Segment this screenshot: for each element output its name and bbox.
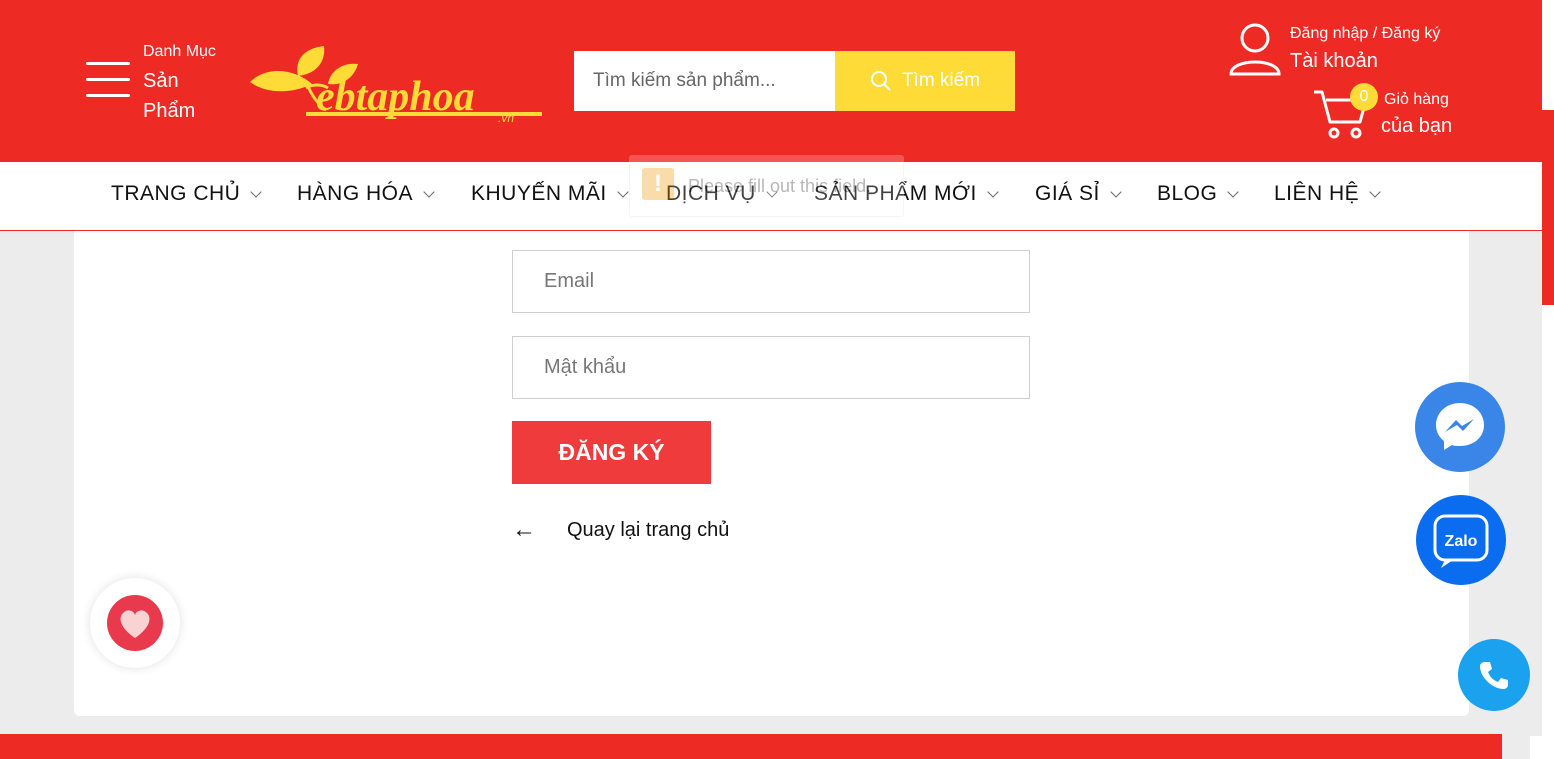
nav-item-blog[interactable]: BLOG — [1157, 182, 1240, 206]
cart-caption: Giỏ hàng — [1384, 91, 1449, 108]
search-bar: Tìm kiếm — [574, 51, 1015, 111]
chevron-down-icon — [250, 186, 263, 198]
search-icon — [870, 71, 891, 91]
back-home-link[interactable]: ← Quay lại trang chủ — [512, 516, 729, 544]
heart-icon — [107, 595, 163, 651]
search-input[interactable] — [574, 51, 835, 111]
footer-corner — [1530, 736, 1542, 759]
user-icon — [1229, 23, 1281, 76]
svg-text:Zalo: Zalo — [1445, 533, 1478, 550]
back-home-label: Quay lại trang chủ — [567, 518, 730, 541]
zalo-icon: Zalo — [1433, 514, 1489, 568]
chevron-down-icon — [423, 186, 435, 198]
nav-item-products[interactable]: HÀNG HÓA — [297, 182, 435, 206]
nav-item-label: BLOG — [1157, 182, 1218, 205]
phone-button[interactable] — [1458, 639, 1530, 711]
hamburger-icon[interactable] — [86, 62, 132, 100]
nav-item-label: LIÊN HỆ — [1274, 182, 1360, 205]
nav-item-contact[interactable]: LIÊN HỆ — [1274, 182, 1381, 206]
scrollbar-thumb[interactable] — [1542, 110, 1554, 305]
warning-icon: ! — [642, 168, 674, 200]
nav-item-label: HÀNG HÓA — [297, 182, 414, 205]
cart-link[interactable]: 0 Giỏ hàng của bạn — [1312, 83, 1462, 144]
cart-count-badge: 0 — [1350, 83, 1378, 111]
chevron-down-icon — [987, 186, 999, 198]
category-menu-title[interactable]: Sản Phẩm — [143, 66, 223, 126]
account-link[interactable]: Đăng nhập / Đăng ký Tài khoản — [1228, 20, 1468, 80]
validation-tooltip: ! Please fill out this field. — [629, 155, 904, 217]
register-button[interactable]: ĐĂNG KÝ — [512, 421, 711, 484]
nav-item-wholesale[interactable]: GIÁ SỈ — [1035, 182, 1122, 206]
svg-text:.vn: .vn — [498, 111, 514, 124]
messenger-icon — [1436, 403, 1484, 450]
category-menu-caption[interactable]: Danh Mục — [143, 43, 216, 61]
nav-item-label: KHUYẾN MÃI — [471, 182, 607, 205]
wishlist-button[interactable] — [90, 578, 180, 668]
password-field[interactable] — [512, 336, 1030, 399]
nav-item-home[interactable]: TRANG CHỦ — [111, 182, 263, 206]
login-register-label: Đăng nhập / Đăng ký — [1290, 25, 1441, 42]
messenger-button[interactable] — [1415, 382, 1505, 472]
search-button[interactable]: Tìm kiếm — [835, 51, 1015, 111]
email-field[interactable] — [512, 250, 1030, 313]
arrow-left-icon: ← — [512, 516, 536, 543]
chevron-down-icon — [617, 186, 629, 198]
phone-icon — [1480, 662, 1508, 689]
search-button-label: Tìm kiếm — [901, 70, 981, 91]
site-header: Danh Mục Sản Phẩm ebtaphoa .vn Tìm kiếm — [0, 0, 1542, 162]
site-logo[interactable]: ebtaphoa .vn — [246, 44, 546, 125]
validation-message: Please fill out this field. — [688, 176, 872, 196]
nav-item-label: TRANG CHỦ — [111, 182, 241, 205]
chevron-down-icon — [1227, 186, 1240, 198]
chevron-down-icon — [1369, 186, 1381, 198]
footer-bar — [0, 734, 1502, 759]
cart-label: của bạn — [1381, 115, 1453, 137]
account-label: Tài khoản — [1290, 50, 1378, 72]
nav-item-promotions[interactable]: KHUYẾN MÃI — [471, 182, 629, 206]
nav-item-label: GIÁ SỈ — [1035, 182, 1100, 205]
zalo-button[interactable]: Zalo — [1416, 495, 1506, 585]
chevron-down-icon — [1110, 186, 1122, 198]
